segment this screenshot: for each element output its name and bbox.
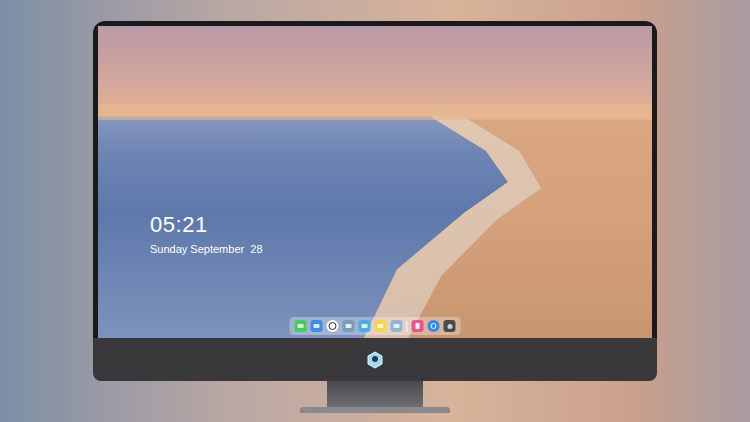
video-glyph-icon	[362, 324, 368, 328]
clock-time: 05:21	[150, 212, 263, 238]
monitor-stand-neck	[327, 381, 423, 407]
desktop-background: 05:21 Sunday September 28	[0, 0, 750, 422]
finder-glyph-icon	[314, 324, 320, 328]
music-glyph-icon	[416, 323, 420, 329]
appstore-icon[interactable]	[428, 320, 440, 332]
monitor-stand-base	[300, 407, 450, 413]
monitor-chin	[93, 338, 657, 381]
preview-icon[interactable]	[343, 320, 355, 332]
clock-icon[interactable]	[327, 320, 339, 332]
clock-widget: 05:21 Sunday September 28	[150, 212, 263, 256]
gallery-glyph-icon	[394, 324, 400, 328]
camera-glyph-icon	[447, 324, 452, 329]
finder-icon[interactable]	[311, 320, 323, 332]
video-icon[interactable]	[359, 320, 371, 332]
dock-separator	[407, 321, 408, 332]
notes-glyph-icon	[378, 324, 384, 328]
clock-date: Sunday September 28	[150, 242, 263, 256]
gallery-icon[interactable]	[391, 320, 403, 332]
appstore-glyph-icon	[431, 323, 437, 329]
lock-screen[interactable]: 05:21 Sunday September 28	[98, 26, 652, 338]
clock-glyph-icon	[329, 322, 337, 330]
notes-icon[interactable]	[375, 320, 387, 332]
preview-glyph-icon	[346, 324, 352, 328]
messages-glyph-icon	[298, 324, 304, 328]
monitor-bezel: 05:21 Sunday September 28	[93, 21, 657, 338]
messages-icon[interactable]	[295, 320, 307, 332]
monitor: 05:21 Sunday September 28	[93, 21, 657, 413]
dock	[290, 317, 461, 335]
camera-icon[interactable]	[444, 320, 456, 332]
wallpaper-haze	[98, 104, 652, 120]
music-icon[interactable]	[412, 320, 424, 332]
logo-icon	[367, 351, 383, 369]
